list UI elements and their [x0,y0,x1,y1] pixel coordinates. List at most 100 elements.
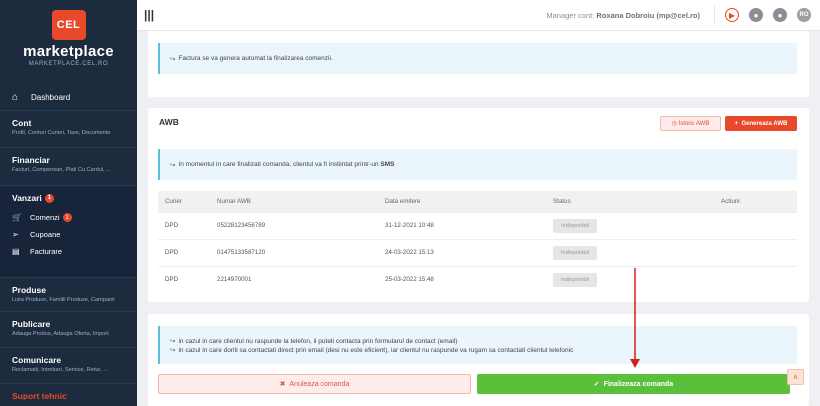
sidebar-item-cont[interactable]: Cont Profil, Conturi Curieri, Taxe, Docu… [0,110,137,147]
sidebar-item-facturare[interactable]: ▤ Facturare [12,243,125,260]
plus-icon: + [734,120,742,127]
status-badge: Indisponibil [553,245,597,260]
cell-curier: DPD [158,265,210,293]
table-header-row: Curier Numar AWB Data emitere Status Act… [158,191,797,212]
sidebar-item-comenzi[interactable]: 🛒 Comenzi 1 [12,209,125,226]
sidebar-item-financiar[interactable]: Financiar Facturi, Compensari, Plati Cu … [0,147,137,185]
arrow-icon: ↪ [170,346,176,354]
cell-curier: DPD [158,211,210,239]
awb-table: Curier Numar AWB Data emitere Status Act… [158,191,797,293]
cell-curier: DPD [158,238,210,266]
genereaza-awb-button[interactable]: + Genereaza AWB [725,116,797,131]
arrow-icon: ↪ [170,337,176,345]
sidebar-item-label: Produse [12,285,47,295]
status-badge: Indisponibil [553,218,597,233]
cell-actiuni [714,211,797,239]
cell-status: Indisponibil [546,211,714,239]
sidebar-item-label: Comunicare [12,355,62,365]
finalizeaza-comanda-button[interactable]: ✓ Finalizeaza comanda [477,374,790,394]
sidebar-item-sub: Lista Produse, Familii Produse, Campanii [12,297,115,303]
column-header: Data emitere [378,191,546,212]
cart-icon: 🛒 [12,213,22,222]
cell-actiuni [714,238,797,266]
comenzi-badge: 1 [62,213,72,222]
sidebar-item-cupoane[interactable]: ➢ Cupoane [12,226,125,243]
contact-info-line: in cazul in care clientul nu raspunde la… [178,337,458,345]
sidebar-item-sub: Profil, Conturi Curieri, Taxe, Documente [12,130,111,136]
scroll-top-button[interactable]: ˄ [787,369,804,385]
chevron-up-icon: ˄ [793,372,798,382]
sidebar-item-comunicare[interactable]: Comunicare Reclamatii, Intrebari, Servic… [0,347,137,383]
invoice-info-alert: ↪ Factura se va genera automat la finali… [158,43,797,74]
globe-icon[interactable]: ● [749,8,763,22]
menu-icon[interactable]: ||| [144,8,154,22]
sidebar-item-label: Suport tehnic [12,391,67,401]
column-header: Actiuni [714,191,797,212]
sidebar-item-suport[interactable]: Suport tehnic [0,383,137,403]
sidebar-item-label: Cupoane [30,230,61,239]
sidebar-item-produse[interactable]: Produse Lista Produse, Familii Produse, … [0,277,137,311]
tag-icon: ➢ [12,230,19,239]
sidebar-item-sub: Reclamatii, Intrebari, Service, Retur, .… [12,367,108,373]
cell-numar-awb: 05228123456789 [210,211,378,239]
play-icon[interactable]: ▶ [725,8,739,22]
user-icon[interactable]: ● [773,8,787,22]
actions-card: ↪ in cazul in care clientul nu raspunde l… [148,314,809,406]
anuleaza-comanda-button[interactable]: ✖ Anuleaza comanda [158,374,471,394]
contact-info-line: in cazul in care doriti sa contactati di… [178,346,574,354]
table-row: DPD 05228123456789 31-12-2021 10:48 Indi… [158,211,797,239]
status-badge: Indisponibil [553,272,597,287]
logo-url: MARKETPLACE.CEL.RO [28,61,109,67]
table-row: DPD 2214970001 25-03-2022 15:48 Indispon… [158,265,797,293]
invoice-card: ↪ Factura se va genera automat la finali… [148,31,809,97]
cell-data-emitere: 25-03-2022 15:48 [378,265,546,293]
sidebar-item-vanzari[interactable]: Vanzari 1 🛒 Comenzi 1 ➢ Cupoane ▤ Factura… [0,185,137,277]
topbar: ||| Manager cont: Roxana Dobroiu (mp@cel… [137,0,820,31]
sidebar-item-sub: Adauga Produs, Adauga Oferta, Import [12,331,109,337]
table-row: DPD 01475133587120 24-03-2022 15:13 Indi… [158,238,797,266]
arrow-icon: ↪ [170,161,176,169]
awb-card: AWB ◷ Istoric AWB + Genereaza AWB ↪ In m… [148,108,809,302]
cell-data-emitere: 31-12-2021 10:48 [378,211,546,239]
sidebar-item-label: Cont [12,118,32,128]
vanzari-badge: 1 [44,193,54,203]
awb-info-bold: SMS [380,161,395,168]
cell-status: Indisponibil [546,238,714,266]
divider [714,6,715,24]
account-manager: Manager cont: Roxana Dobroiu (mp@cel.ro) [546,10,700,20]
awb-info-alert: ↪ In momentul in care finalizati comanda… [158,149,797,180]
arrow-icon: ↪ [170,55,176,63]
istoric-awb-button[interactable]: ◷ Istoric AWB [660,116,721,131]
cell-actiuni [714,265,797,293]
sidebar-item-label: Financiar [12,155,50,165]
logo-badge: CEL [51,10,86,40]
sidebar-item-label: Facturare [30,247,63,256]
sidebar-item-publicare[interactable]: Publicare Adauga Produs, Adauga Oferta, … [0,311,137,347]
sidebar-item-label: Dashboard [31,92,71,102]
awb-info-text: In momentul in care finalizati comanda, … [178,161,379,168]
logo-wordmark: marketplace [23,43,114,60]
sidebar-item-sub: Facturi, Compensari, Plati Cu Cardul, ..… [12,167,111,173]
avatar[interactable]: RO [797,8,811,22]
cell-numar-awb: 01475133587120 [210,238,378,266]
sidebar-item-label: Comenzi [30,213,60,222]
invoice-info-text: Factura se va genera automat la finaliza… [178,55,333,62]
cell-numar-awb: 2214970001 [210,265,378,293]
sidebar-item-dashboard[interactable]: ⌂ Dashboard [0,84,137,110]
cell-data-emitere: 24-03-2022 15:13 [378,238,546,266]
cancel-icon: ✖ [279,381,290,388]
cell-status: Indisponibil [546,265,714,293]
logo[interactable]: CEL marketplace MARKETPLACE.CEL.RO [0,0,137,80]
home-icon: ⌂ [12,91,19,103]
check-icon: ✓ [593,381,604,388]
sidebar-item-label: Vanzari [12,193,42,203]
chart-icon: ▤ [12,247,20,256]
contact-info-alert: ↪ in cazul in care clientul nu raspunde l… [158,326,797,364]
column-header: Curier [158,191,210,212]
awb-title: AWB [159,117,179,127]
column-header: Numar AWB [210,191,378,212]
sidebar-item-label: Publicare [12,319,51,329]
sidebar: CEL marketplace MARKETPLACE.CEL.RO ⌂ Das… [0,0,137,406]
history-icon: ◷ [671,121,679,127]
column-header: Status [546,191,714,212]
